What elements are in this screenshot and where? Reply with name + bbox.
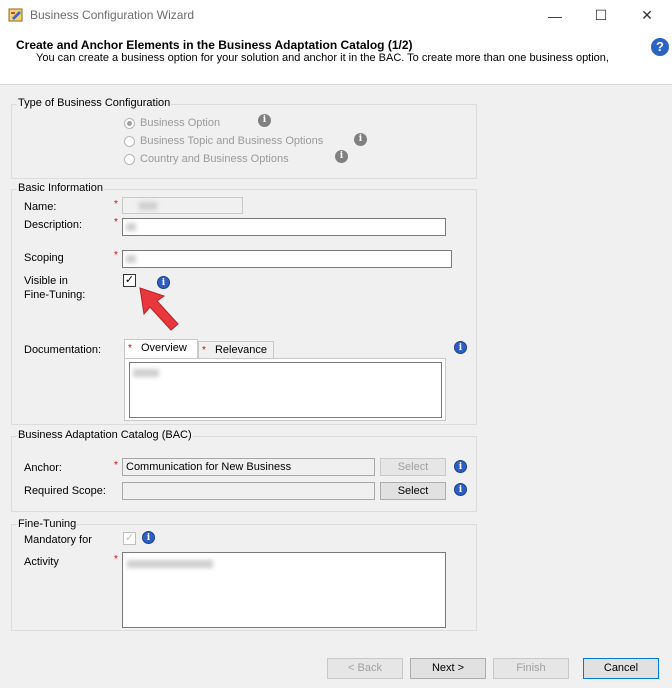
close-button[interactable]: ✕ (624, 0, 670, 31)
radio-country[interactable]: Country and Business Options (124, 153, 289, 165)
visible-in-label: Visible in (24, 275, 68, 287)
info-icon[interactable]: i (454, 483, 467, 496)
next-button[interactable]: Next > (410, 658, 486, 679)
tab-overview[interactable]: * Overview (124, 339, 198, 359)
anchor-select-button[interactable]: Select (380, 458, 446, 476)
description-field[interactable] (122, 218, 446, 236)
anchor-field: Communication for New Business (122, 458, 375, 476)
mandatory-label: Mandatory for (24, 534, 92, 546)
activity-list[interactable] (122, 552, 446, 628)
bac-group-label: Business Adaptation Catalog (BAC) (17, 429, 193, 441)
fine-tuning-label: Fine-Tuning: (24, 289, 86, 301)
required-mark: * (114, 250, 118, 261)
help-icon[interactable]: ? (651, 38, 669, 56)
info-icon[interactable]: i (335, 150, 348, 163)
documentation-label: Documentation: (24, 344, 102, 356)
radio-button[interactable] (124, 135, 135, 147)
redacted-text (139, 202, 157, 210)
info-icon[interactable]: i (354, 133, 367, 146)
step-description: You can create a business option for you… (36, 52, 609, 64)
required-mark: * (114, 460, 118, 471)
name-label: Name: (24, 201, 57, 213)
annotation-arrow-icon (139, 287, 179, 331)
name-field (122, 197, 243, 214)
cancel-button[interactable]: Cancel (583, 658, 659, 679)
info-icon[interactable]: i (454, 341, 467, 354)
redacted-text (126, 255, 136, 263)
info-icon[interactable]: i (142, 531, 155, 544)
required-mark: * (114, 217, 118, 228)
tab-label: Relevance (214, 344, 267, 356)
radio-button[interactable] (124, 153, 135, 165)
required-scope-field (122, 482, 375, 500)
basic-info-label: Basic Information (17, 182, 104, 194)
required-mark: * (114, 554, 118, 565)
wizard-app-icon (8, 8, 23, 22)
required-mark: * (128, 343, 132, 354)
required-mark: * (202, 345, 206, 356)
fine-tuning-group-label: Fine-Tuning (17, 518, 78, 530)
description-label: Description: (24, 219, 83, 231)
info-icon[interactable]: i (258, 114, 271, 127)
redacted-text (133, 369, 159, 377)
visible-checkbox[interactable]: ✓ (123, 274, 136, 287)
required-scope-select-button[interactable]: Select (380, 482, 446, 500)
anchor-label: Anchor: (24, 462, 62, 474)
minimize-button[interactable]: — (532, 0, 578, 31)
finish-button[interactable]: Finish (493, 658, 569, 679)
radio-button[interactable] (124, 117, 135, 129)
redacted-text (126, 223, 136, 231)
radio-label: Country and Business Options (140, 153, 289, 165)
maximize-button[interactable]: ☐ (578, 0, 624, 31)
required-scope-label: Required Scope: (24, 485, 106, 497)
activity-label: Activity (24, 556, 59, 568)
tab-label: Overview (140, 342, 187, 354)
mandatory-checkbox: ✓ (123, 532, 136, 545)
radio-label: Business Option (140, 117, 221, 129)
info-icon[interactable]: i (454, 460, 467, 473)
radio-business-topic[interactable]: Business Topic and Business Options (124, 135, 323, 147)
scoping-field[interactable] (122, 250, 452, 268)
step-title: Create and Anchor Elements in the Busine… (16, 38, 413, 52)
tab-relevance[interactable]: * Relevance (198, 341, 274, 359)
required-mark: * (114, 199, 118, 210)
radio-label: Business Topic and Business Options (140, 135, 324, 147)
type-group-label: Type of Business Configuration (17, 97, 172, 109)
window-title: Business Configuration Wizard (30, 8, 195, 22)
redacted-text (127, 560, 213, 568)
back-button[interactable]: < Back (327, 658, 403, 679)
radio-business-option[interactable]: Business Option (124, 117, 220, 129)
documentation-textarea[interactable] (129, 362, 442, 418)
scoping-label: Scoping (24, 252, 64, 264)
